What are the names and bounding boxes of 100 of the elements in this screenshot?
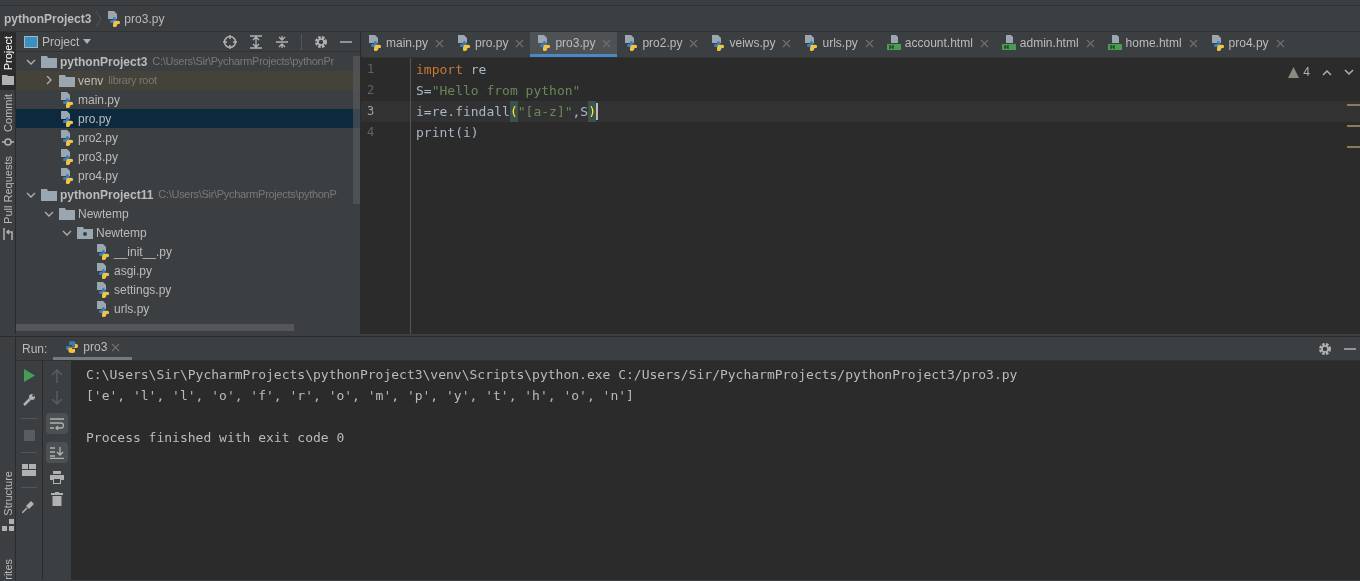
wrap-icon bbox=[50, 417, 64, 430]
expand-all-icon[interactable] bbox=[249, 34, 263, 49]
tree-item[interactable]: pro4.py bbox=[16, 166, 360, 185]
collapse-all-icon[interactable] bbox=[275, 34, 289, 49]
editor-tab[interactable]: veiws.py bbox=[704, 32, 798, 57]
console-line: ['e', 'l', 'l', 'o', 'f', 'r', 'o', 'm', 'p', 'y', 't', 'h', 'o', 'n'] bbox=[86, 387, 635, 405]
tree-item[interactable]: settings.py bbox=[16, 280, 360, 299]
breadcrumb[interactable]: pro3.py bbox=[106, 9, 165, 28]
warning-count[interactable]: 4 bbox=[1288, 63, 1310, 81]
tool-window-tab[interactable]: rites bbox=[0, 555, 15, 580]
tree-item[interactable]: pythonProject11 C:\Users\Sir\PycharmProjects\pythonP bbox=[16, 185, 360, 204]
tree-item[interactable]: urls.py bbox=[16, 299, 360, 318]
vertical-scrollbar[interactable] bbox=[353, 56, 360, 204]
html-file-icon bbox=[1000, 35, 1017, 51]
package-icon bbox=[77, 224, 93, 241]
commit-icon bbox=[1, 136, 14, 149]
line-number: 2 bbox=[366, 82, 376, 99]
python-file-icon bbox=[803, 35, 820, 51]
python-file-icon bbox=[106, 10, 123, 27]
folder-icon bbox=[1, 74, 14, 87]
folder-icon bbox=[41, 186, 57, 203]
python-file-icon bbox=[1209, 35, 1226, 51]
tool-window-tab[interactable]: Structure bbox=[0, 466, 15, 536]
python-file-icon bbox=[367, 35, 383, 51]
tree-item[interactable]: main.py bbox=[16, 90, 360, 109]
horizontal-scrollbar[interactable] bbox=[16, 324, 294, 331]
close-icon[interactable] bbox=[689, 38, 699, 48]
tree-item[interactable]: __init__.py bbox=[16, 242, 360, 261]
close-icon[interactable] bbox=[979, 38, 989, 48]
trash-icon[interactable] bbox=[51, 492, 63, 506]
tree-item[interactable]: pro3.py bbox=[16, 147, 360, 166]
up-arrow-icon[interactable] bbox=[51, 369, 63, 383]
close-icon[interactable] bbox=[435, 38, 445, 48]
tree-item[interactable]: Newtemp bbox=[16, 204, 360, 223]
breadcrumb[interactable]: pythonProject3 bbox=[4, 9, 92, 28]
settings-icon[interactable] bbox=[1318, 341, 1332, 356]
close-icon[interactable] bbox=[111, 342, 121, 352]
code-line: i=re.findall("[a-z]",S) bbox=[416, 101, 599, 122]
editor-tab[interactable]: pro2.py bbox=[617, 32, 705, 57]
editor-tab[interactable]: account.html bbox=[879, 32, 995, 57]
next-icon[interactable] bbox=[1344, 68, 1354, 76]
python-file-icon bbox=[59, 167, 75, 184]
wrench-icon[interactable] bbox=[22, 393, 36, 407]
run-label: Run: bbox=[21, 340, 49, 358]
html-file-icon bbox=[1106, 35, 1123, 51]
editor-tab[interactable]: urls.py bbox=[797, 32, 880, 57]
close-icon[interactable] bbox=[782, 38, 792, 48]
line-number: 4 bbox=[366, 124, 376, 141]
console-line: C:\Users\Sir\PycharmProjects\pythonProject3\venv\Scripts\python.exe C:/Users/Sir/PycharmProjects/pythonProject3/pro3.py bbox=[86, 366, 1019, 384]
python-file-icon bbox=[623, 35, 640, 51]
tree-item[interactable]: pro2.py bbox=[16, 128, 360, 147]
stop-icon[interactable] bbox=[23, 430, 35, 441]
caret-icon bbox=[83, 39, 92, 44]
python-file-icon bbox=[536, 35, 553, 51]
tool-window-tab[interactable]: Commit bbox=[0, 90, 15, 153]
folder-icon bbox=[59, 72, 75, 89]
close-icon[interactable] bbox=[1188, 38, 1198, 48]
code-line: import re bbox=[416, 61, 487, 79]
python-file-icon bbox=[95, 281, 111, 298]
editor-tab[interactable]: pro4.py bbox=[1203, 32, 1291, 57]
editor-tab[interactable]: pro.py bbox=[450, 32, 531, 57]
python-file-icon bbox=[59, 91, 75, 108]
close-icon[interactable] bbox=[515, 38, 525, 48]
layout-icon[interactable] bbox=[22, 464, 36, 476]
python-file-icon bbox=[95, 243, 111, 260]
tree-item[interactable]: pro.py bbox=[16, 109, 360, 128]
python-file-icon bbox=[59, 110, 75, 127]
previous-icon[interactable] bbox=[1322, 68, 1332, 76]
tool-window-tab[interactable]: Pull Requests bbox=[0, 152, 15, 244]
tool-window-tab[interactable]: Project bbox=[0, 32, 15, 91]
close-icon[interactable] bbox=[602, 38, 612, 48]
editor-tab[interactable]: main.py bbox=[361, 32, 451, 57]
scroll-to-end-toggle[interactable] bbox=[46, 442, 68, 463]
editor-tab[interactable]: admin.html bbox=[994, 32, 1101, 57]
down-arrow-icon[interactable] bbox=[51, 391, 63, 405]
editor-tab[interactable]: pro3.py bbox=[530, 32, 618, 57]
close-icon[interactable] bbox=[1085, 38, 1095, 48]
close-icon[interactable] bbox=[1275, 38, 1285, 48]
soft-wrap-toggle[interactable] bbox=[46, 413, 68, 434]
line-number: 1 bbox=[366, 61, 376, 78]
settings-icon[interactable] bbox=[314, 34, 328, 49]
python-file-icon bbox=[710, 35, 727, 51]
project-view-dropdown[interactable]: Project bbox=[42, 32, 92, 51]
print-icon[interactable] bbox=[50, 471, 64, 484]
tree-item[interactable]: asgi.py bbox=[16, 261, 360, 280]
editor-tab[interactable]: home.html bbox=[1100, 32, 1204, 57]
locate-icon[interactable] bbox=[223, 34, 237, 49]
structure-icon bbox=[1, 519, 14, 532]
close-icon[interactable] bbox=[864, 38, 874, 48]
line-number: 3 bbox=[361, 101, 410, 122]
run-icon[interactable] bbox=[23, 369, 35, 382]
python-file-icon bbox=[59, 148, 75, 165]
chevron-down-icon bbox=[26, 57, 36, 66]
tree-item[interactable]: pythonProject3 C:\Users\Sir\PycharmProjects\pythonPr bbox=[16, 52, 360, 71]
tree-item[interactable]: Newtemp bbox=[16, 223, 360, 242]
folder-icon bbox=[41, 53, 57, 70]
python-file-icon bbox=[95, 300, 111, 317]
scroll-end-icon bbox=[50, 446, 64, 459]
pin-icon[interactable] bbox=[22, 499, 36, 513]
code-line: print(i) bbox=[416, 124, 479, 142]
